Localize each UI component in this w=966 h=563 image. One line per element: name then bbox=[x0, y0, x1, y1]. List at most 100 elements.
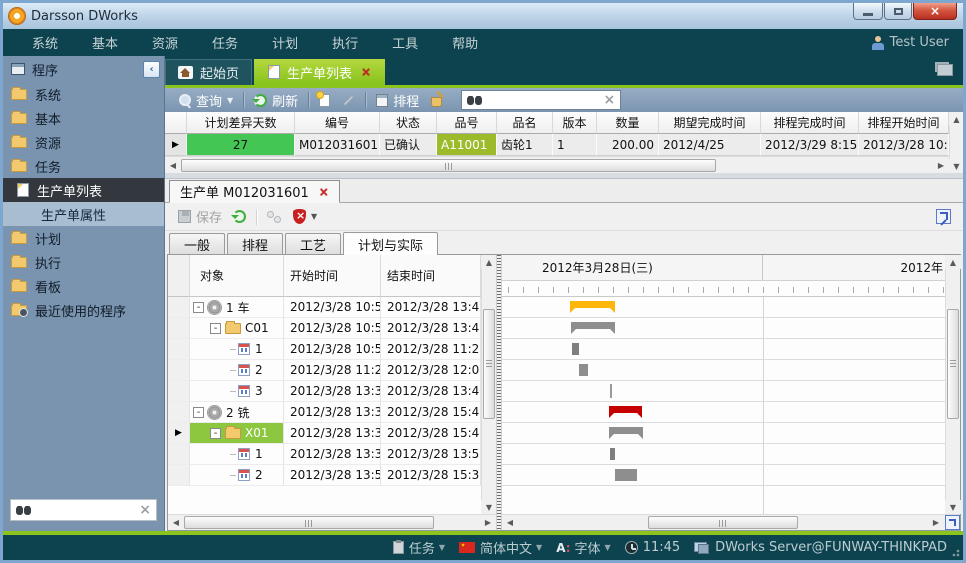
close-tab-icon[interactable]: × bbox=[319, 185, 329, 199]
scrollbar-thumb[interactable] bbox=[947, 309, 959, 419]
tab-process[interactable]: 工艺 bbox=[285, 233, 341, 254]
scroll-left-icon[interactable]: ◀ bbox=[168, 515, 184, 530]
collapse-node-icon[interactable]: - bbox=[193, 302, 204, 313]
col-qty[interactable]: 数量 bbox=[597, 112, 659, 134]
chevron-down-icon[interactable]: ▼ bbox=[311, 212, 317, 221]
open-in-window-icon[interactable] bbox=[936, 209, 951, 224]
scroll-up-icon[interactable]: ▲ bbox=[949, 112, 965, 126]
cell-sched-start[interactable]: 2012/3/28 10:52 bbox=[859, 134, 949, 156]
menu-item-task[interactable]: 任务 bbox=[195, 33, 255, 52]
menu-item-system[interactable]: 系统 bbox=[15, 33, 75, 52]
col-plan-diff-days[interactable]: 计划差异天数 bbox=[187, 112, 295, 134]
menu-item-plan[interactable]: 计划 bbox=[255, 33, 315, 52]
clear-search-icon[interactable]: × bbox=[139, 503, 151, 517]
tree-row[interactable]: 2 2012/3/28 13:50 2012/3/28 15:30 bbox=[168, 465, 481, 486]
gantt-bar[interactable] bbox=[579, 364, 588, 376]
save-button[interactable]: 保存 bbox=[173, 207, 227, 226]
collapse-node-icon[interactable]: - bbox=[210, 323, 221, 334]
col-end-time[interactable]: 结束时间 bbox=[381, 255, 481, 297]
col-sched-start[interactable]: 排程开始时间 bbox=[859, 112, 949, 134]
minimize-button[interactable] bbox=[853, 3, 883, 20]
scroll-down-icon[interactable]: ▼ bbox=[949, 159, 965, 173]
cell-item-name[interactable]: 齿轮1 bbox=[497, 134, 553, 156]
maximize-button[interactable] bbox=[884, 3, 912, 20]
cell-sched-finish[interactable]: 2012/3/29 8:15 bbox=[761, 134, 859, 156]
gantt-bar[interactable] bbox=[609, 406, 642, 413]
cell-version[interactable]: 1 bbox=[553, 134, 597, 156]
grid-horizontal-scrollbar[interactable]: ◀ ▶ bbox=[165, 156, 949, 173]
schedule-button[interactable]: 排程 bbox=[370, 89, 425, 111]
col-version[interactable]: 版本 bbox=[553, 112, 597, 134]
tree-row[interactable]: -2 铣 2012/3/28 13:30 2012/3/28 15:40 bbox=[168, 402, 481, 423]
gantt-bar[interactable] bbox=[609, 427, 643, 434]
collapse-node-icon[interactable]: - bbox=[193, 407, 204, 418]
sidebar-item-plan[interactable]: 计划 bbox=[3, 226, 164, 250]
menu-item-resource[interactable]: 资源 bbox=[135, 33, 195, 52]
cell-code[interactable]: M012031601 bbox=[295, 134, 380, 156]
detail-tab-production-order[interactable]: 生产单 M012031601 × bbox=[169, 180, 340, 203]
tab-general[interactable]: 一般 bbox=[169, 233, 225, 254]
col-object[interactable]: 对象 bbox=[190, 255, 284, 297]
menu-item-execute[interactable]: 执行 bbox=[315, 33, 375, 52]
close-button[interactable]: × bbox=[913, 3, 957, 20]
scroll-left-icon[interactable]: ◀ bbox=[502, 515, 518, 530]
resize-grip[interactable] bbox=[952, 549, 960, 557]
new-button[interactable] bbox=[313, 89, 336, 111]
sidebar-item-recent-programs[interactable]: 最近使用的程序 bbox=[3, 298, 164, 322]
cell-item-no[interactable]: A11001 bbox=[437, 134, 497, 156]
tab-start-page[interactable]: 起始页 bbox=[165, 59, 252, 85]
menu-item-help[interactable]: 帮助 bbox=[435, 33, 495, 52]
gantt-bar[interactable] bbox=[570, 301, 615, 308]
gantt-bar[interactable] bbox=[572, 343, 579, 355]
status-font-menu[interactable]: A: 字体 ▼ bbox=[556, 538, 611, 557]
current-user[interactable]: Test User bbox=[872, 35, 949, 50]
gantt-vertical-scrollbar[interactable]: ▲ ▼ bbox=[945, 255, 960, 514]
scroll-up-icon[interactable]: ▲ bbox=[945, 255, 961, 269]
tree-row[interactable]: 3 2012/3/28 13:30 2012/3/28 13:40 bbox=[168, 381, 481, 402]
scrollbar-thumb[interactable] bbox=[184, 516, 434, 529]
sidebar-item-execute[interactable]: 执行 bbox=[3, 250, 164, 274]
chevron-down-icon[interactable]: ▼ bbox=[605, 543, 611, 552]
chevron-down-icon[interactable]: ▼ bbox=[536, 543, 542, 552]
tree-vertical-scrollbar[interactable]: ▲ ▼ bbox=[481, 255, 496, 514]
menu-item-tools[interactable]: 工具 bbox=[375, 33, 435, 52]
tree-row-selected[interactable]: ▶ -X01 2012/3/28 13:30 2012/3/28 15:40 bbox=[168, 423, 481, 444]
scrollbar-thumb[interactable] bbox=[648, 516, 798, 529]
tab-schedule[interactable]: 排程 bbox=[227, 233, 283, 254]
menu-item-basic[interactable]: 基本 bbox=[75, 33, 135, 52]
close-tab-icon[interactable]: × bbox=[361, 65, 371, 79]
scroll-left-icon[interactable]: ◀ bbox=[165, 158, 181, 173]
tree-horizontal-scrollbar[interactable]: ◀ ▶ bbox=[168, 514, 496, 530]
tab-plan-vs-actual[interactable]: 计划与实际 bbox=[343, 232, 438, 255]
scrollbar-thumb[interactable] bbox=[483, 309, 495, 419]
gantt-bar[interactable] bbox=[610, 384, 612, 398]
status-task-menu[interactable]: 任务 ▼ bbox=[393, 538, 445, 557]
col-item-name[interactable]: 品名 bbox=[497, 112, 553, 134]
gantt-bar[interactable] bbox=[615, 469, 637, 481]
status-language-menu[interactable]: 简体中文 ▼ bbox=[459, 538, 542, 557]
chevron-down-icon[interactable]: ▼ bbox=[439, 543, 445, 552]
window-list-icon[interactable] bbox=[937, 64, 953, 76]
sidebar-item-resource[interactable]: 资源 bbox=[3, 130, 164, 154]
gantt-horizontal-scrollbar[interactable]: ◀ ▶ bbox=[502, 514, 960, 530]
sidebar-item-system[interactable]: 系统 bbox=[3, 82, 164, 106]
cell-qty[interactable]: 200.00 bbox=[597, 134, 659, 156]
gantt-bar[interactable] bbox=[571, 322, 615, 329]
detail-refresh-button[interactable] bbox=[227, 206, 252, 228]
toolbar-search-input[interactable] bbox=[482, 93, 603, 107]
tree-row[interactable]: 1 2012/3/28 13:30 2012/3/28 13:50 bbox=[168, 444, 481, 465]
sidebar-item-basic[interactable]: 基本 bbox=[3, 106, 164, 130]
tree-row[interactable]: 2 2012/3/28 11:22 2012/3/28 12:00 bbox=[168, 360, 481, 381]
cell-expected-finish[interactable]: 2012/4/25 bbox=[659, 134, 761, 156]
tab-production-order-list[interactable]: 生产单列表 × bbox=[254, 59, 385, 85]
workflow-button[interactable] bbox=[261, 206, 287, 228]
col-code[interactable]: 编号 bbox=[295, 112, 380, 134]
cell-plan-diff-days[interactable]: 27 bbox=[187, 134, 295, 156]
col-sched-finish[interactable]: 排程完成时间 bbox=[761, 112, 859, 134]
tree-row[interactable]: 1 2012/3/28 10:52 2012/3/28 11:22 bbox=[168, 339, 481, 360]
scroll-down-icon[interactable]: ▼ bbox=[481, 500, 497, 514]
scroll-right-icon[interactable]: ▶ bbox=[933, 158, 949, 173]
query-button[interactable]: 查询 ▼ bbox=[173, 89, 239, 111]
sidebar-collapse-button[interactable]: ‹ bbox=[143, 61, 160, 78]
scroll-down-icon[interactable]: ▼ bbox=[945, 500, 961, 514]
